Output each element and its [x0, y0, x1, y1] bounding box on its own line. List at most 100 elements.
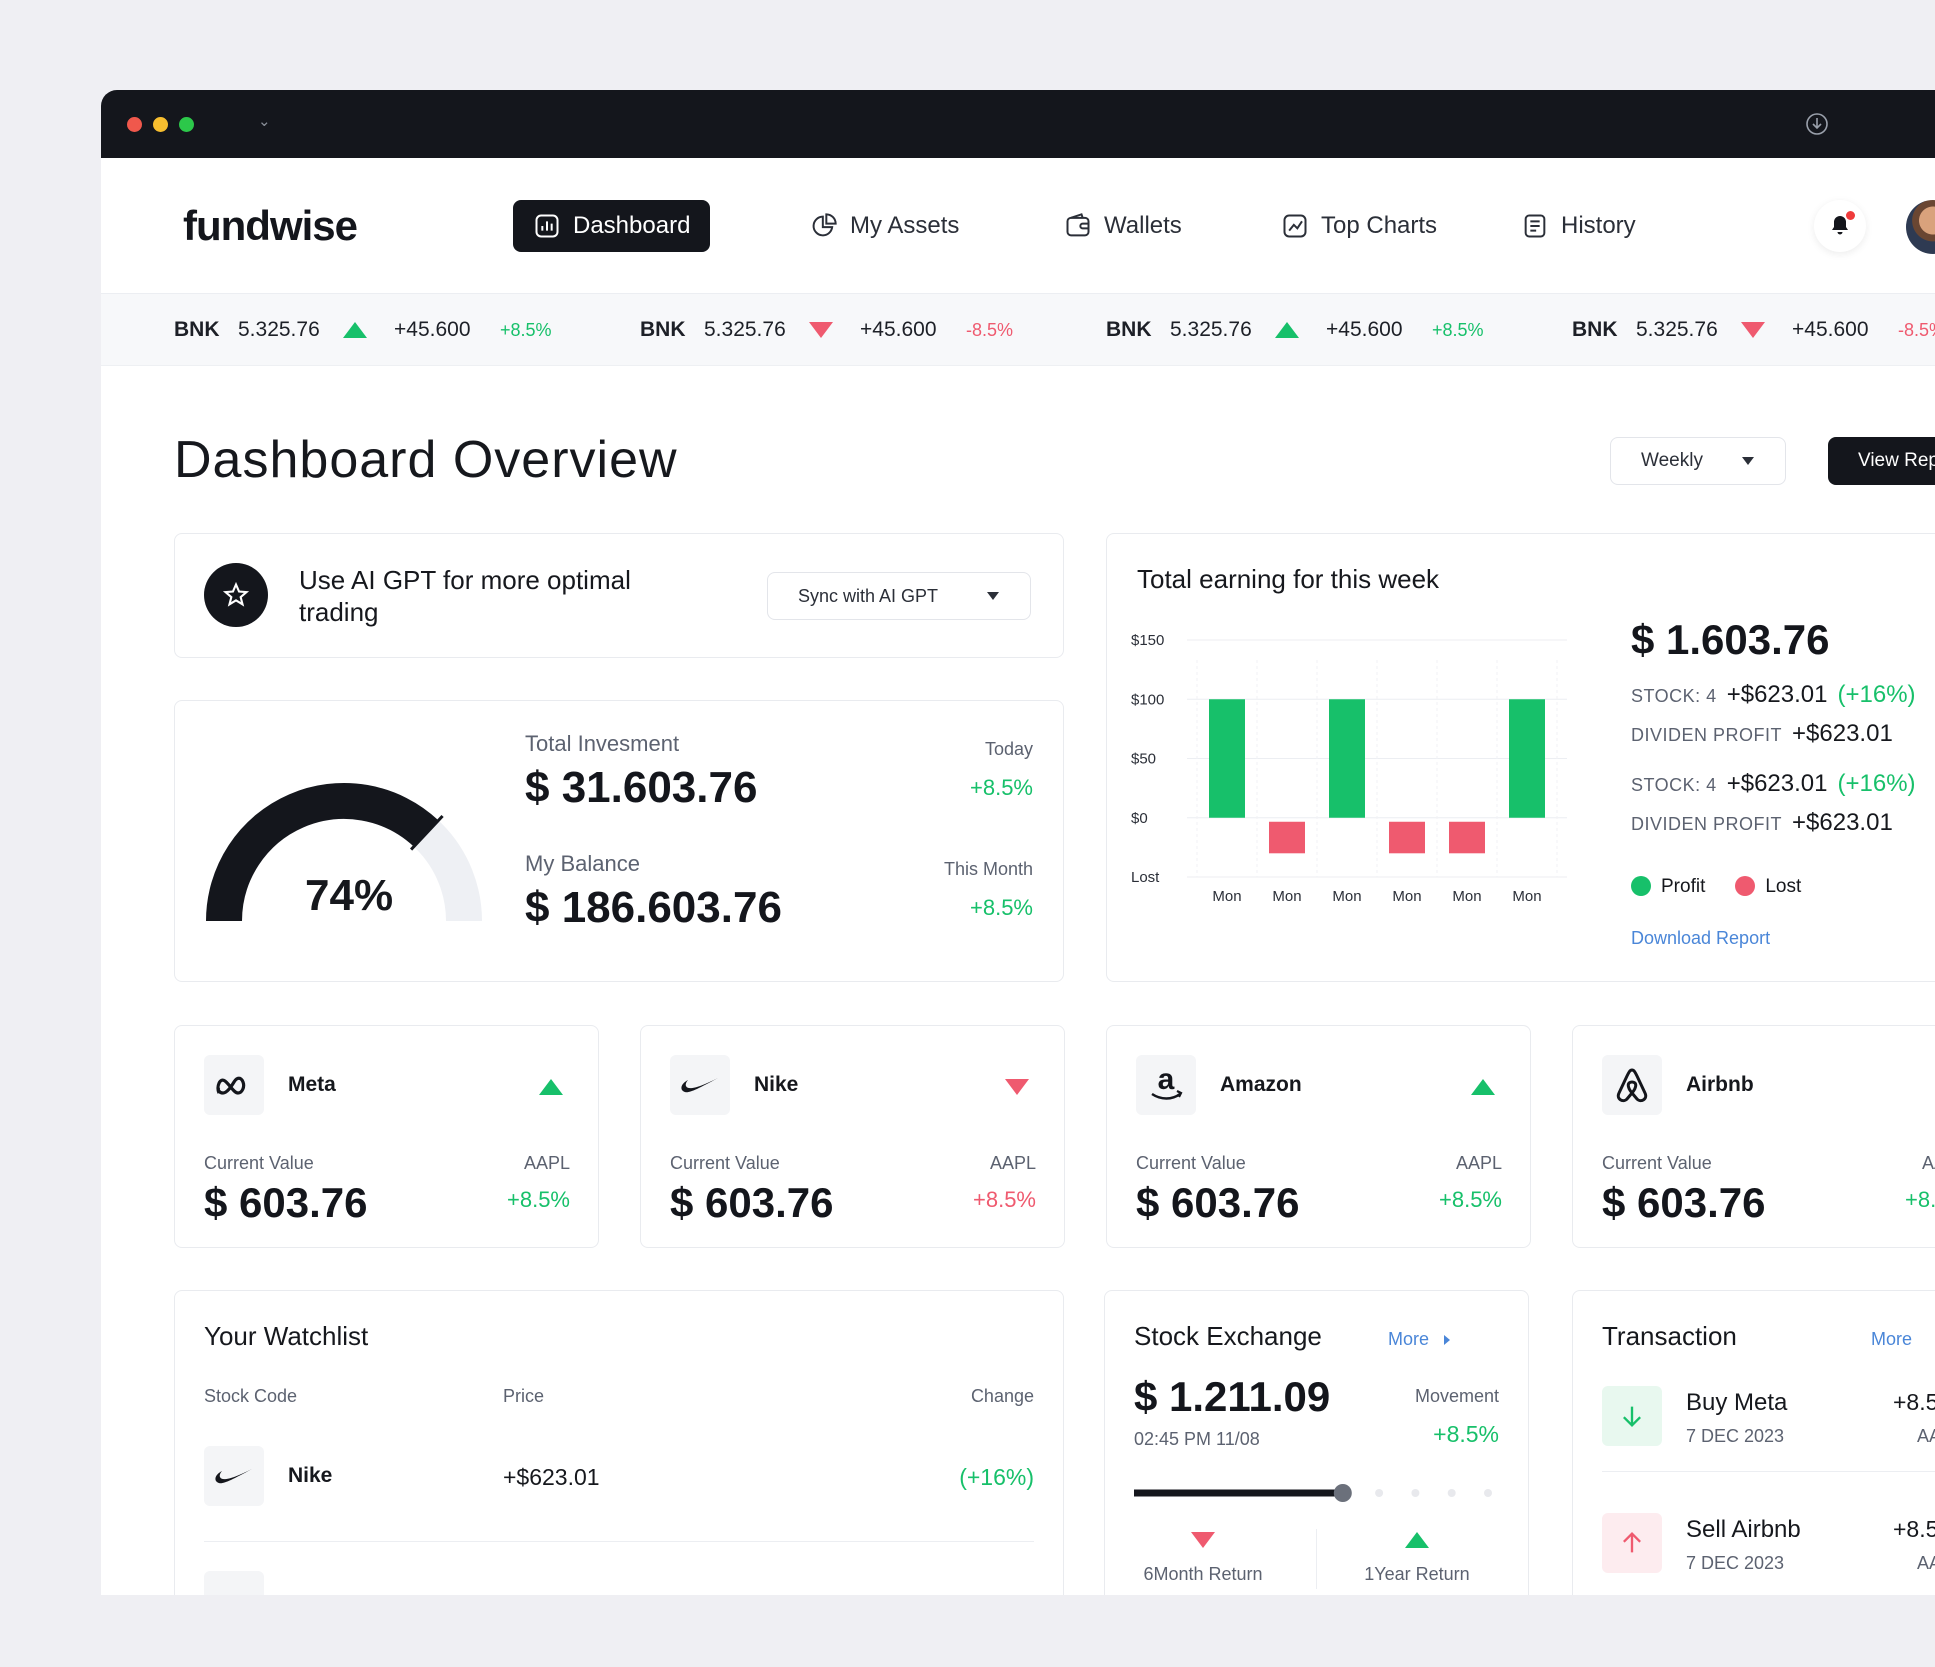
transaction-code: AAPL: [1917, 1553, 1935, 1573]
arrow-down-icon: [1602, 1386, 1662, 1446]
earning-row-key: STOCK: 4: [1631, 686, 1717, 706]
sync-ai-gpt-dropdown[interactable]: Sync with AI GPT: [767, 572, 1031, 620]
minimize-window-button[interactable]: [153, 117, 168, 132]
one-year-return-label: 1Year Return: [1364, 1564, 1470, 1584]
triangle-up-icon: [1274, 321, 1326, 339]
download-report-link[interactable]: Download Report: [1631, 928, 1770, 949]
stock-name: Airbnb: [1686, 1073, 1754, 1096]
ticker-item[interactable]: BNK 5.325.76 +45.600 -8.5%: [1572, 294, 1935, 366]
caret-down-icon: [987, 592, 999, 600]
transaction-amount: +8.5: [1893, 1389, 1935, 1415]
chevron-down-icon[interactable]: ⌄: [258, 112, 271, 130]
earning-row-key: DIVIDEN PROFIT: [1631, 814, 1783, 834]
divider: [1602, 1471, 1935, 1472]
nav-top-charts[interactable]: Top Charts: [1261, 200, 1457, 252]
close-window-button[interactable]: [127, 117, 142, 132]
earning-row: DIVIDEN PROFIT +$623.01: [1631, 720, 1893, 748]
ticker-item[interactable]: BNK 5.325.76 +45.600 +8.5%: [1106, 294, 1484, 366]
watchlist-header-change: Change: [970, 1386, 1034, 1406]
stock-name: Meta: [288, 1073, 336, 1096]
ticker-bar: BNK 5.325.76 +45.600 +8.5% BNK 5.325.76 …: [101, 294, 1935, 366]
stock-exchange-card: Stock Exchange More $ 1.211.09 02:45 PM …: [1104, 1290, 1529, 1595]
earning-row-pct: (+16%): [1837, 681, 1916, 708]
balance-value: $ 186.603.76: [525, 883, 782, 932]
current-value-label: Current Value: [204, 1153, 314, 1173]
stock-exchange-more-link[interactable]: More: [1388, 1329, 1451, 1350]
star-icon: [204, 563, 268, 627]
chart-legend: Profit Lost: [1631, 876, 1801, 898]
top-navigation: fundwise Dashboard My Assets Wallets Top…: [101, 158, 1935, 294]
transaction-more-link[interactable]: More: [1871, 1329, 1912, 1350]
watchlist-row-change: (+16%): [959, 1464, 1034, 1490]
period-dropdown-value: Weekly: [1641, 450, 1703, 471]
nav-top-charts-label: Top Charts: [1321, 212, 1438, 239]
movement-pct: +8.5%: [1433, 1421, 1499, 1447]
movement-slider[interactable]: [1134, 1483, 1494, 1503]
y-tick-label: $0: [1131, 810, 1148, 827]
earning-row: STOCK: 4 +$623.01 (+16%): [1631, 681, 1916, 709]
app-logo[interactable]: fundwise: [183, 202, 358, 250]
stock-card-amazon[interactable]: a Amazon Current Value AAPL $ 603.76 +8.…: [1106, 1025, 1531, 1248]
earning-row-key: DIVIDEN PROFIT: [1631, 725, 1783, 745]
earning-card: Total earning for this week $150 $100 $50 $…: [1106, 533, 1935, 982]
nav-wallets[interactable]: Wallets: [1044, 200, 1202, 252]
download-icon[interactable]: [1805, 112, 1829, 136]
watchlist-row-name[interactable]: Nike: [288, 1464, 332, 1488]
legend-profit: Profit: [1631, 876, 1705, 898]
ticker-item[interactable]: BNK 5.325.76 +45.600 -8.5%: [640, 294, 1013, 366]
stock-card-nike[interactable]: Nike Current Value AAPL $ 603.76 +8.5%: [640, 1025, 1065, 1248]
current-value: $ 603.76: [204, 1179, 368, 1226]
bar-lost: [1269, 821, 1305, 854]
gauge-percentage: 74%: [305, 871, 394, 920]
one-year-return[interactable]: 1Year Return: [1327, 1531, 1507, 1585]
ticker-item[interactable]: BNK 5.325.76 +45.600 +8.5%: [174, 294, 552, 366]
current-value: $ 603.76: [1602, 1179, 1766, 1226]
nav-dashboard[interactable]: Dashboard: [513, 200, 711, 252]
amazon-logo-icon: a: [1136, 1055, 1196, 1115]
transaction-name[interactable]: Sell Airbnb: [1686, 1516, 1801, 1544]
triangle-up-icon: [1405, 1532, 1429, 1548]
window-titlebar: ⌄: [101, 90, 1935, 158]
nike-logo-icon: [204, 1446, 264, 1506]
earning-bar-chart: $150 $100 $50 $0 Lost Mon Mon Mon Mon Mon Mon: [1131, 632, 1567, 905]
trending-chart-icon: [1283, 214, 1307, 238]
investment-card: 74% Total Invesment $ 31.603.76 Today +8…: [174, 700, 1064, 982]
caret-right-icon: [1444, 1334, 1451, 1345]
divider: [204, 1541, 1034, 1542]
stock-exchange-title: Stock Exchange: [1134, 1321, 1322, 1351]
ticker-pct: -8.5%: [1898, 319, 1935, 340]
six-month-return[interactable]: 6Month Return: [1113, 1531, 1293, 1585]
notifications-button[interactable]: [1814, 200, 1866, 252]
earning-row-value: +$623.01: [1726, 770, 1828, 797]
bar-lost: [1449, 821, 1485, 854]
stock-code: AAPL: [1921, 1153, 1935, 1173]
earning-row-value: +$623.01: [1726, 681, 1828, 708]
earning-row-value: +$623.01: [1792, 720, 1893, 747]
movement-label: Movement: [1414, 1386, 1499, 1406]
stock-name: Amazon: [1220, 1073, 1302, 1096]
earning-title: Total earning for this week: [1137, 564, 1440, 594]
earning-row: STOCK: 4 +$623.01 (+16%): [1631, 770, 1916, 798]
view-report-button[interactable]: View Report: [1828, 437, 1935, 485]
transaction-name[interactable]: Buy Meta: [1686, 1389, 1787, 1417]
this-month-label: This Month: [943, 859, 1033, 879]
x-tick-label: Mon: [1512, 888, 1541, 905]
ticker-code: BNK: [640, 318, 686, 341]
avatar[interactable]: [1906, 200, 1935, 254]
stock-card-airbnb[interactable]: Airbnb Current Value AAPL $ 603.76 +8.5%: [1572, 1025, 1935, 1248]
triangle-down-icon: [808, 321, 860, 339]
nav-my-assets[interactable]: My Assets: [790, 200, 979, 252]
nav-history[interactable]: History: [1501, 200, 1656, 252]
ai-gpt-message: Use AI GPT for more optimal trading: [299, 565, 631, 627]
stock-code: AAPL: [1455, 1153, 1502, 1173]
notification-badge: [1846, 211, 1855, 220]
current-value-label: Current Value: [670, 1153, 780, 1173]
stock-name: Nike: [754, 1073, 799, 1096]
period-dropdown[interactable]: Weekly: [1610, 437, 1786, 485]
stock-card-meta[interactable]: Meta Current Value AAPL $ 603.76 +8.5%: [174, 1025, 599, 1248]
maximize-window-button[interactable]: [179, 117, 194, 132]
nav-dashboard-label: Dashboard: [573, 212, 691, 239]
sync-ai-gpt-label: Sync with AI GPT: [798, 585, 939, 606]
six-month-return-label: 6Month Return: [1143, 1564, 1263, 1584]
x-tick-label: Mon: [1212, 888, 1241, 905]
